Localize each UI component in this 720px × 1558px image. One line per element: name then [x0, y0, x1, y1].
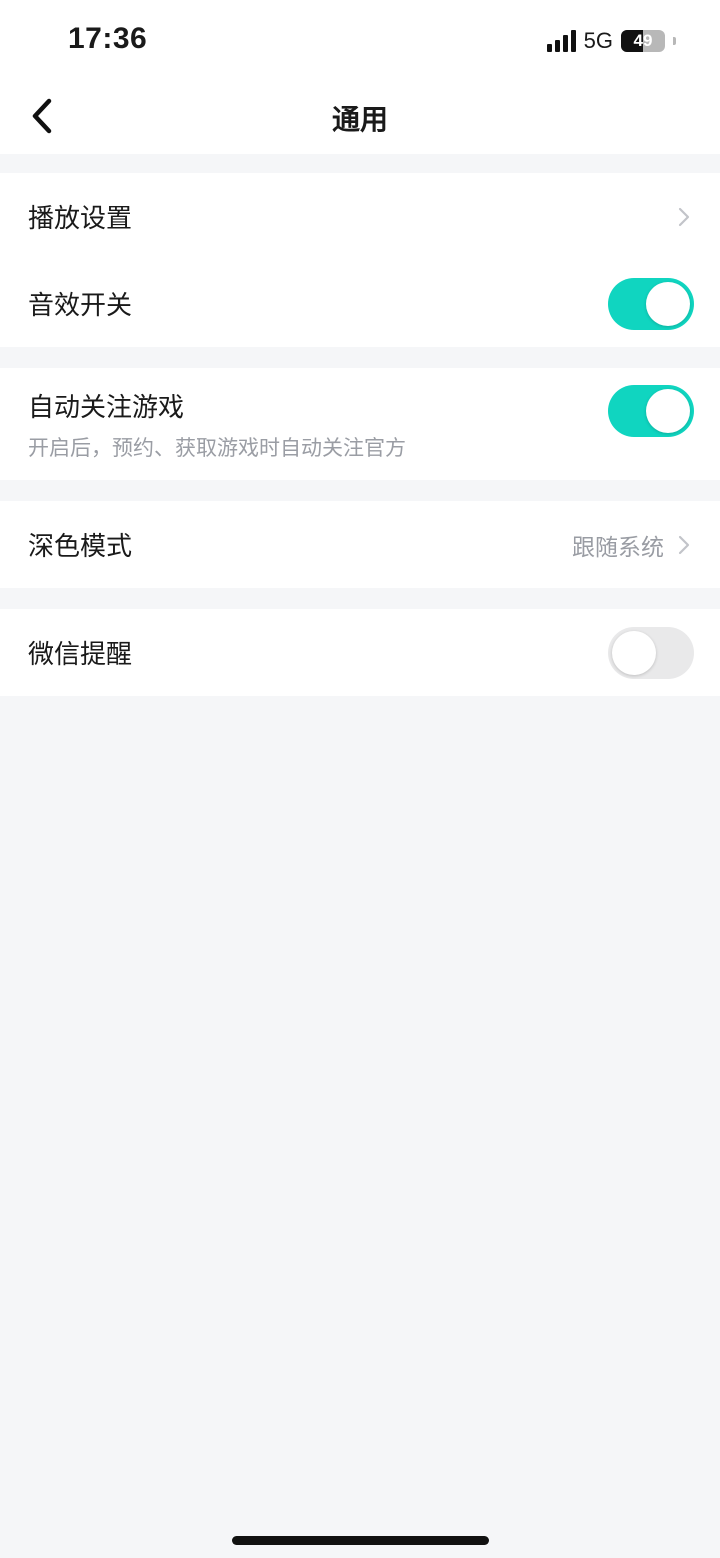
wechat-reminder-toggle[interactable] — [608, 626, 694, 679]
toggle-knob — [646, 281, 690, 326]
settings-group-dark-mode: 深色模式 跟随系统 — [0, 501, 720, 588]
nav-bar: 通用 — [0, 78, 720, 154]
chevron-right-icon — [678, 207, 690, 226]
dark-mode-value: 跟随系统 — [572, 534, 664, 561]
toggle-knob — [612, 630, 656, 675]
network-type: 5G — [583, 28, 613, 53]
settings-group-wechat: 微信提醒 — [0, 609, 720, 696]
sound-effects-label: 音效开关 — [28, 291, 133, 321]
toggle-knob — [646, 389, 690, 433]
status-time: 17:36 — [68, 22, 148, 55]
status-indicators: 5G 49 — [546, 28, 676, 54]
chevron-right-icon — [678, 535, 690, 554]
sound-effects-toggle[interactable] — [608, 277, 694, 330]
auto-follow-description: 开启后，预约、获取游戏时自动关注官方 — [28, 435, 406, 460]
home-indicator[interactable] — [232, 1536, 489, 1545]
settings-group-playback: 播放设置 音效开关 — [0, 173, 720, 347]
battery-level: 49 — [633, 31, 653, 50]
wechat-reminder-label: 微信提醒 — [28, 640, 133, 670]
auto-follow-label: 自动关注游戏 — [28, 392, 185, 423]
signal-icon — [546, 30, 576, 52]
wechat-reminder-row: 微信提醒 — [0, 609, 720, 696]
auto-follow-row: 自动关注游戏 开启后，预约、获取游戏时自动关注官方 — [0, 368, 720, 480]
dark-mode-row[interactable]: 深色模式 跟随系统 — [0, 501, 720, 588]
sound-effects-row: 音效开关 — [0, 260, 720, 347]
status-bar: 17:36 5G 49 — [0, 0, 720, 78]
auto-follow-toggle[interactable] — [608, 385, 694, 437]
playback-settings-row[interactable]: 播放设置 — [0, 173, 720, 260]
dark-mode-label: 深色模式 — [28, 532, 133, 562]
settings-group-auto-follow: 自动关注游戏 开启后，预约、获取游戏时自动关注官方 — [0, 368, 720, 480]
playback-settings-label: 播放设置 — [28, 204, 133, 234]
battery-icon: 49 — [621, 30, 665, 52]
page-title: 通用 — [331, 103, 388, 136]
battery-cap — [673, 37, 676, 45]
